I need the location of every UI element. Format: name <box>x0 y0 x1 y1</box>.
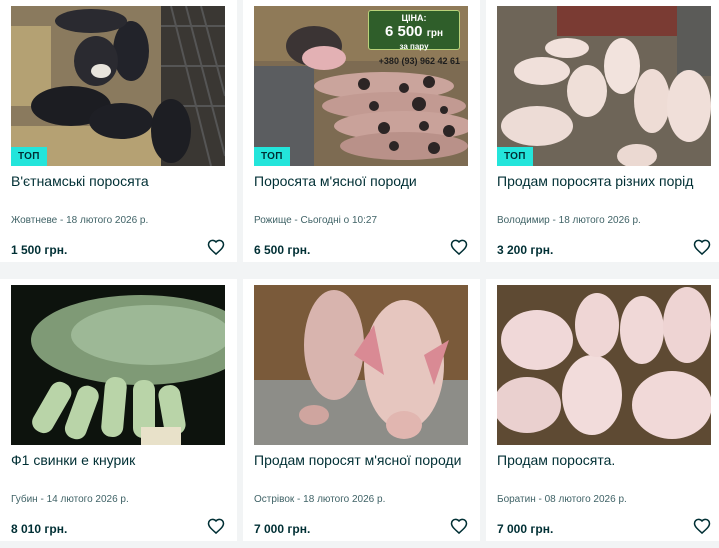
listing-title[interactable]: Продам поросята. <box>497 451 711 469</box>
listing-card[interactable]: Продам поросят м'ясної породи Острівок -… <box>243 279 480 541</box>
meta-separator: - <box>291 215 301 226</box>
meta-separator: - <box>57 215 67 226</box>
heart-outline-icon <box>207 518 225 535</box>
listing-photo[interactable]: ТОП <box>497 6 711 166</box>
listing-price: 7 000 грн. <box>254 522 311 536</box>
listing-photo[interactable] <box>254 285 468 445</box>
listing-title[interactable]: Ф1 свинки е кнурик <box>11 451 225 469</box>
listing-date: Сьогодні о 10:27 <box>300 215 378 226</box>
meta-separator: - <box>535 494 545 505</box>
listing-price: 6 500 грн. <box>254 243 311 257</box>
listing-title[interactable]: Продам поросята різних порід <box>497 172 711 190</box>
listing-title[interactable]: Продам поросят м'ясної породи <box>254 451 468 469</box>
listing-location: Жовтневе <box>11 215 58 226</box>
photo-pink-pigs-pen <box>497 285 711 445</box>
heart-outline-icon <box>450 518 468 535</box>
listing-grid: ТОП В'єтнамські поросята Жовтневе - 18 л… <box>0 0 719 548</box>
heart-outline-icon <box>693 239 711 256</box>
listing-photo[interactable]: ТОП <box>11 6 225 166</box>
listing-photo[interactable]: ЦІНА: 6 500 грн за пару +380 (93) 962 42… <box>254 6 468 166</box>
listing-card[interactable]: ТОП В'єтнамські поросята Жовтневе - 18 л… <box>0 0 237 262</box>
listing-location-date: Рожище - Сьогодні о 10:27 <box>254 215 468 226</box>
listing-location: Володимир <box>497 215 550 226</box>
top-badge: ТОП <box>497 147 533 166</box>
listing-photo[interactable] <box>11 285 225 445</box>
listing-date: 18 лютого 2026 р. <box>66 215 149 226</box>
listing-price: 3 200 грн. <box>497 243 554 257</box>
listing-photo[interactable] <box>497 285 711 445</box>
listing-location: Губин <box>11 494 38 505</box>
photo-nursing-piglets <box>11 285 225 445</box>
listing-title[interactable]: Поросята м'ясної породи <box>254 172 468 190</box>
listing-title[interactable]: В'єтнамські поросята <box>11 172 225 190</box>
meta-separator: - <box>294 494 304 505</box>
listing-location-date: Острівок - 18 лютого 2026 р. <box>254 494 468 505</box>
listing-date: 18 лютого 2026 р. <box>303 494 386 505</box>
listing-card[interactable]: ТОП Продам поросята різних порід Володим… <box>486 0 719 262</box>
photo-black-piglets <box>11 6 225 166</box>
heart-outline-icon <box>693 518 711 535</box>
overlay-note: за пару <box>399 42 429 51</box>
heart-outline-icon <box>450 239 468 256</box>
favorite-button[interactable] <box>449 516 469 536</box>
overlay-amount: 6 500 <box>384 23 423 40</box>
listing-card[interactable]: Продам поросята. Боратин - 08 лютого 202… <box>486 279 719 541</box>
top-badge: ТОП <box>11 147 47 166</box>
favorite-button[interactable] <box>206 237 226 257</box>
listing-price: 8 010 грн. <box>11 522 68 536</box>
listing-price: 7 000 грн. <box>497 522 554 536</box>
heart-outline-icon <box>207 239 225 256</box>
favorite-button[interactable] <box>692 516 712 536</box>
listing-date: 14 лютого 2026 р. <box>46 494 129 505</box>
listing-location: Острівок <box>254 494 295 505</box>
top-badge: ТОП <box>254 147 290 166</box>
meta-separator: - <box>37 494 47 505</box>
price-overlay-banner: ЦІНА: 6 500 грн за пару <box>368 10 460 51</box>
meta-separator: - <box>549 215 559 226</box>
listing-location-date: Володимир - 18 лютого 2026 р. <box>497 215 711 226</box>
listing-card[interactable]: ЦІНА: 6 500 грн за пару +380 (93) 962 42… <box>243 0 480 262</box>
overlay-phone: +380 (93) 962 42 61 <box>378 56 460 66</box>
listing-price: 1 500 грн. <box>11 243 68 257</box>
listing-location-date: Губин - 14 лютого 2026 р. <box>11 494 225 505</box>
listing-date: 08 лютого 2026 р. <box>544 494 627 505</box>
favorite-button[interactable] <box>692 237 712 257</box>
listing-location-date: Боратин - 08 лютого 2026 р. <box>497 494 711 505</box>
favorite-button[interactable] <box>206 516 226 536</box>
listing-date: 18 лютого 2026 р. <box>558 215 641 226</box>
photo-white-pigs <box>497 6 711 166</box>
favorite-button[interactable] <box>449 237 469 257</box>
listing-card[interactable]: Ф1 свинки е кнурик Губин - 14 лютого 202… <box>0 279 237 541</box>
listing-location-date: Жовтневе - 18 лютого 2026 р. <box>11 215 225 226</box>
listing-location: Боратин <box>497 494 536 505</box>
photo-pink-piglets-closeup <box>254 285 468 445</box>
overlay-currency: грн <box>426 28 444 39</box>
listing-location: Рожище <box>254 215 292 226</box>
